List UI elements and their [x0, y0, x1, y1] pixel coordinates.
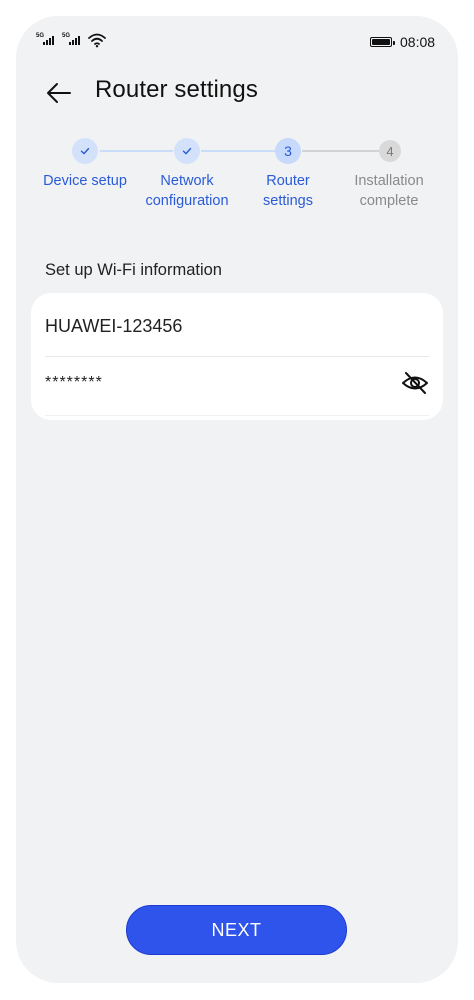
field-divider	[45, 415, 429, 416]
phone-screen: 5G 5G 08:08 Router settings 3 4 Device s…	[16, 16, 458, 983]
step-2-label: Network configuration	[145, 173, 229, 209]
wifi-name-input[interactable]	[45, 307, 428, 345]
field-divider	[45, 356, 429, 357]
clock: 08:08	[400, 34, 436, 50]
step-1-label: Device setup	[43, 173, 127, 189]
eye-off-icon[interactable]	[401, 369, 429, 397]
step-3-label: Router settings	[263, 173, 313, 209]
step-2-check-icon	[174, 138, 200, 164]
wifi-icon	[88, 33, 106, 48]
status-bar: 5G 5G 08:08	[16, 16, 458, 66]
page-title: Router settings	[95, 76, 258, 103]
next-button[interactable]: NEXT	[126, 905, 347, 955]
step-4-label: Installation complete	[354, 173, 424, 209]
step-1-check-icon	[72, 138, 98, 164]
back-arrow-icon[interactable]	[44, 78, 74, 108]
step-connector	[201, 150, 276, 152]
step-4-indicator: 4	[379, 140, 401, 162]
section-title: Set up Wi-Fi information	[45, 261, 222, 279]
step-connector	[302, 150, 379, 152]
step-connector	[100, 150, 173, 152]
battery-icon	[370, 37, 395, 47]
step-3-indicator: 3	[275, 138, 301, 164]
wifi-info-card	[31, 293, 443, 420]
wifi-password-input[interactable]	[45, 365, 385, 401]
